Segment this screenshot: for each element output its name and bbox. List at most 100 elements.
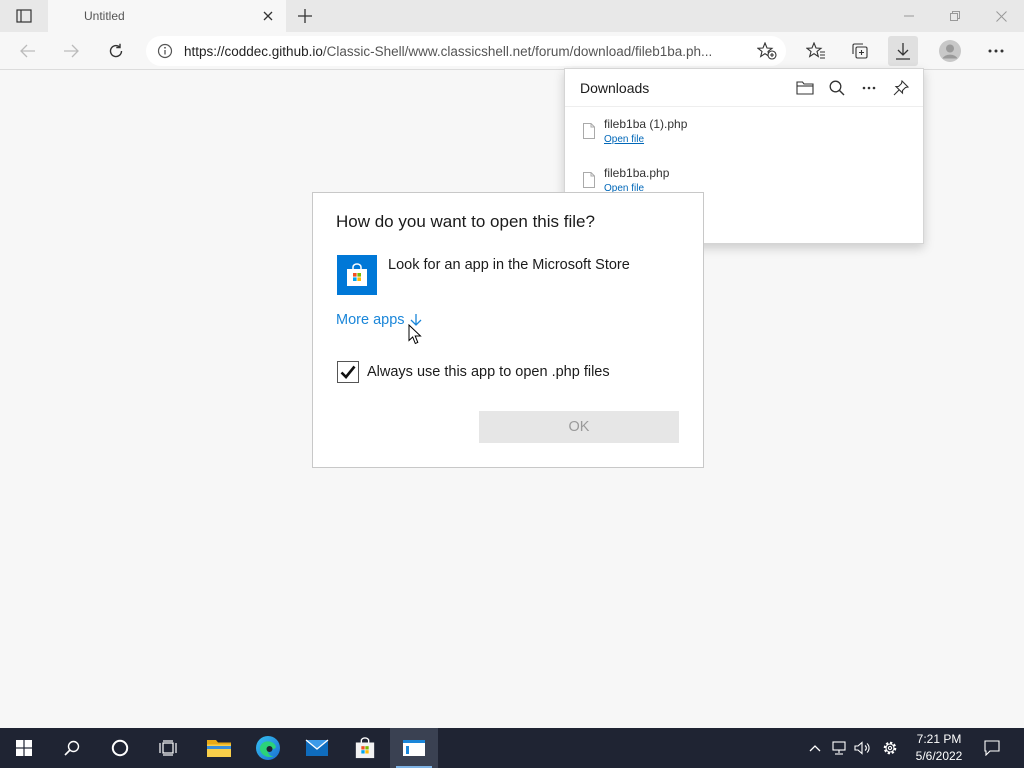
taskbar: 7:21 PM 5/6/2022 <box>0 728 1024 768</box>
notification-icon <box>984 740 1000 756</box>
close-icon <box>263 11 273 21</box>
edge-button[interactable] <box>244 728 292 768</box>
search-button[interactable] <box>48 728 96 768</box>
add-favorite-button[interactable] <box>748 42 786 60</box>
favorites-button[interactable] <box>801 36 831 66</box>
file-icon <box>583 123 595 139</box>
chevron-up-icon <box>809 745 821 752</box>
new-tab-button[interactable] <box>294 6 316 26</box>
microsoft-store-option[interactable]: Look for an app in the Microsoft Store <box>388 257 630 273</box>
window-controls <box>886 0 1024 32</box>
open-file-link[interactable]: Open file <box>604 134 644 145</box>
mail-button[interactable] <box>293 728 341 768</box>
collections-icon <box>852 43 868 59</box>
url-path: /Classic-Shell/www.classicshell.net/foru… <box>322 43 713 59</box>
open-with-app-button[interactable] <box>390 728 438 768</box>
settings-tray-button[interactable] <box>878 728 902 768</box>
downloads-title: Downloads <box>580 79 650 96</box>
dialog-title: How do you want to open this file? <box>336 212 595 231</box>
ok-button[interactable]: OK <box>479 411 679 443</box>
mouse-cursor-icon <box>408 324 422 345</box>
arrow-right-icon <box>64 44 79 58</box>
tab-untitled[interactable]: Untitled <box>48 0 286 32</box>
minimize-button[interactable] <box>886 0 932 32</box>
pin-downloads-button[interactable] <box>885 73 917 103</box>
more-icon <box>862 86 876 89</box>
refresh-button[interactable] <box>101 36 131 66</box>
pin-icon <box>893 79 909 95</box>
close-window-button[interactable] <box>978 0 1024 32</box>
checkmark-icon <box>340 365 356 379</box>
back-button[interactable] <box>13 36 43 66</box>
downloads-button[interactable] <box>888 36 918 66</box>
downloads-more-button[interactable] <box>853 73 885 103</box>
address-bar[interactable]: https://coddec.github.io/Classic-Shell/w… <box>146 36 786 66</box>
file-icon <box>583 172 595 188</box>
cortana-button[interactable] <box>96 728 144 768</box>
file-explorer-button[interactable] <box>195 728 243 768</box>
network-button[interactable] <box>828 728 850 768</box>
open-downloads-folder-button[interactable] <box>789 73 821 103</box>
always-use-option[interactable]: Always use this app to open .php files <box>337 361 610 383</box>
clock-date: 5/6/2022 <box>915 749 963 763</box>
microsoft-store-option-icon[interactable] <box>337 255 377 295</box>
start-button[interactable] <box>0 728 48 768</box>
tab-title: Untitled <box>84 9 125 23</box>
search-downloads-button[interactable] <box>821 73 853 103</box>
favorites-icon <box>806 42 825 59</box>
tab-close-button[interactable] <box>258 6 278 26</box>
speaker-icon <box>854 741 870 755</box>
volume-button[interactable] <box>852 728 874 768</box>
restore-button[interactable] <box>932 0 978 32</box>
profile-button[interactable] <box>935 36 965 66</box>
windows-logo-icon <box>16 740 32 756</box>
tab-actions-button[interactable] <box>8 6 40 26</box>
gear-icon <box>883 741 897 755</box>
refresh-icon <box>109 43 123 58</box>
taskbar-clock[interactable]: 7:21 PM 5/6/2022 <box>904 731 974 765</box>
folder-icon <box>207 740 231 757</box>
tab-actions-icon <box>16 9 32 23</box>
download-icon <box>896 43 910 60</box>
site-info-icon[interactable] <box>146 43 184 59</box>
mail-icon <box>305 739 329 756</box>
star-add-icon <box>757 42 777 60</box>
plus-icon <box>298 9 312 23</box>
close-icon <box>995 10 1007 22</box>
action-center-button[interactable] <box>978 728 1006 768</box>
avatar-icon <box>939 40 961 62</box>
download-file-name: fileb1ba (1).php <box>604 117 688 131</box>
downloads-header: Downloads <box>565 69 923 107</box>
collections-button[interactable] <box>845 36 875 66</box>
folder-icon <box>796 81 814 95</box>
network-icon <box>832 741 846 755</box>
task-view-icon <box>159 740 177 756</box>
more-apps-label: More apps <box>336 312 405 328</box>
always-use-checkbox[interactable] <box>337 361 359 383</box>
store-bag-icon <box>355 737 375 759</box>
browser-toolbar: https://coddec.github.io/Classic-Shell/w… <box>0 32 1024 70</box>
download-item[interactable]: fileb1ba (1).php Open file <box>565 117 923 161</box>
show-hidden-icons-button[interactable] <box>804 728 826 768</box>
url-host: https://coddec.github.io <box>184 43 323 59</box>
restore-icon <box>950 11 960 21</box>
download-file-name: fileb1ba.php <box>604 166 670 180</box>
edge-icon <box>256 736 280 760</box>
always-use-label: Always use this app to open .php files <box>367 364 610 380</box>
minimize-icon <box>904 15 914 17</box>
search-icon <box>64 740 80 756</box>
search-icon <box>829 80 845 95</box>
open-with-dialog: How do you want to open this file? Look … <box>312 192 704 468</box>
task-view-button[interactable] <box>144 728 192 768</box>
tab-bar: Untitled <box>0 0 1024 32</box>
url-text[interactable]: https://coddec.github.io/Classic-Shell/w… <box>184 44 748 59</box>
store-bag-icon <box>347 263 367 286</box>
clock-time: 7:21 PM <box>916 732 962 746</box>
cortana-icon <box>111 739 129 757</box>
app-window-icon <box>403 740 425 756</box>
more-icon <box>988 49 1004 53</box>
microsoft-store-button[interactable] <box>341 728 389 768</box>
arrow-left-icon <box>20 44 35 58</box>
settings-menu-button[interactable] <box>981 36 1011 66</box>
forward-button[interactable] <box>56 36 86 66</box>
